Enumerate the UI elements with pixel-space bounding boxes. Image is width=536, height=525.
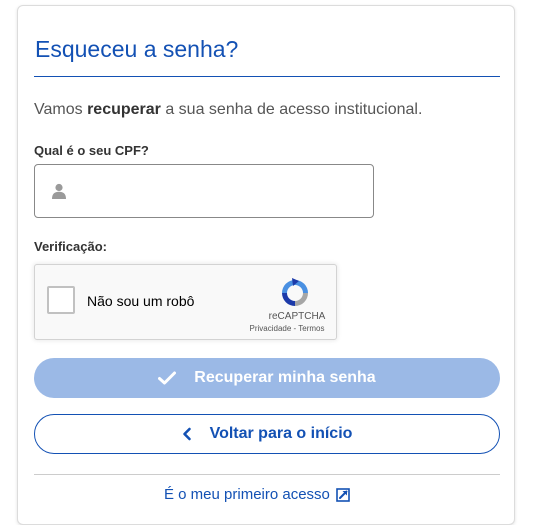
cpf-label: Qual é o seu CPF?	[34, 143, 149, 158]
recaptcha-checkbox[interactable]	[47, 286, 75, 314]
intro-text: Vamos recuperar a sua senha de acesso in…	[34, 101, 422, 119]
terms-link[interactable]: Termos	[298, 324, 324, 333]
recaptcha-brand: reCAPTCHA	[268, 311, 326, 322]
page-title: Esqueceu a senha?	[35, 36, 239, 62]
user-icon	[52, 183, 66, 199]
privacy-link[interactable]: Privacidade	[249, 324, 291, 333]
recaptcha-logo-icon	[282, 278, 308, 306]
recover-password-label: Recuperar minha senha	[194, 369, 376, 386]
footer-divider	[34, 474, 500, 475]
intro-bold: recuperar	[87, 101, 161, 118]
verification-label: Verificação:	[34, 239, 107, 254]
back-to-start-label: Voltar para o início	[209, 425, 353, 442]
intro-before: Vamos	[34, 101, 88, 118]
back-to-start-button[interactable]: Voltar para o início	[34, 414, 500, 454]
title-divider	[34, 76, 500, 77]
external-link-icon	[336, 487, 350, 502]
cpf-input[interactable]	[83, 165, 367, 219]
chevron-left-icon	[182, 427, 191, 441]
cpf-field[interactable]	[34, 164, 374, 219]
recaptcha-links: Privacidade - Termos	[247, 324, 327, 333]
recaptcha-label: Não sou um robô	[87, 293, 195, 309]
intro-after: a sua senha de acesso institucional.	[160, 101, 423, 118]
first-access-link[interactable]: É o meu primeiro acesso	[164, 486, 350, 503]
recover-password-button[interactable]: Recuperar minha senha	[34, 358, 500, 398]
first-access-label: É o meu primeiro acesso	[164, 486, 330, 503]
recaptcha-widget: Não sou um robô reCAPTCHA Privacidade - …	[34, 264, 337, 340]
check-icon	[158, 371, 177, 385]
